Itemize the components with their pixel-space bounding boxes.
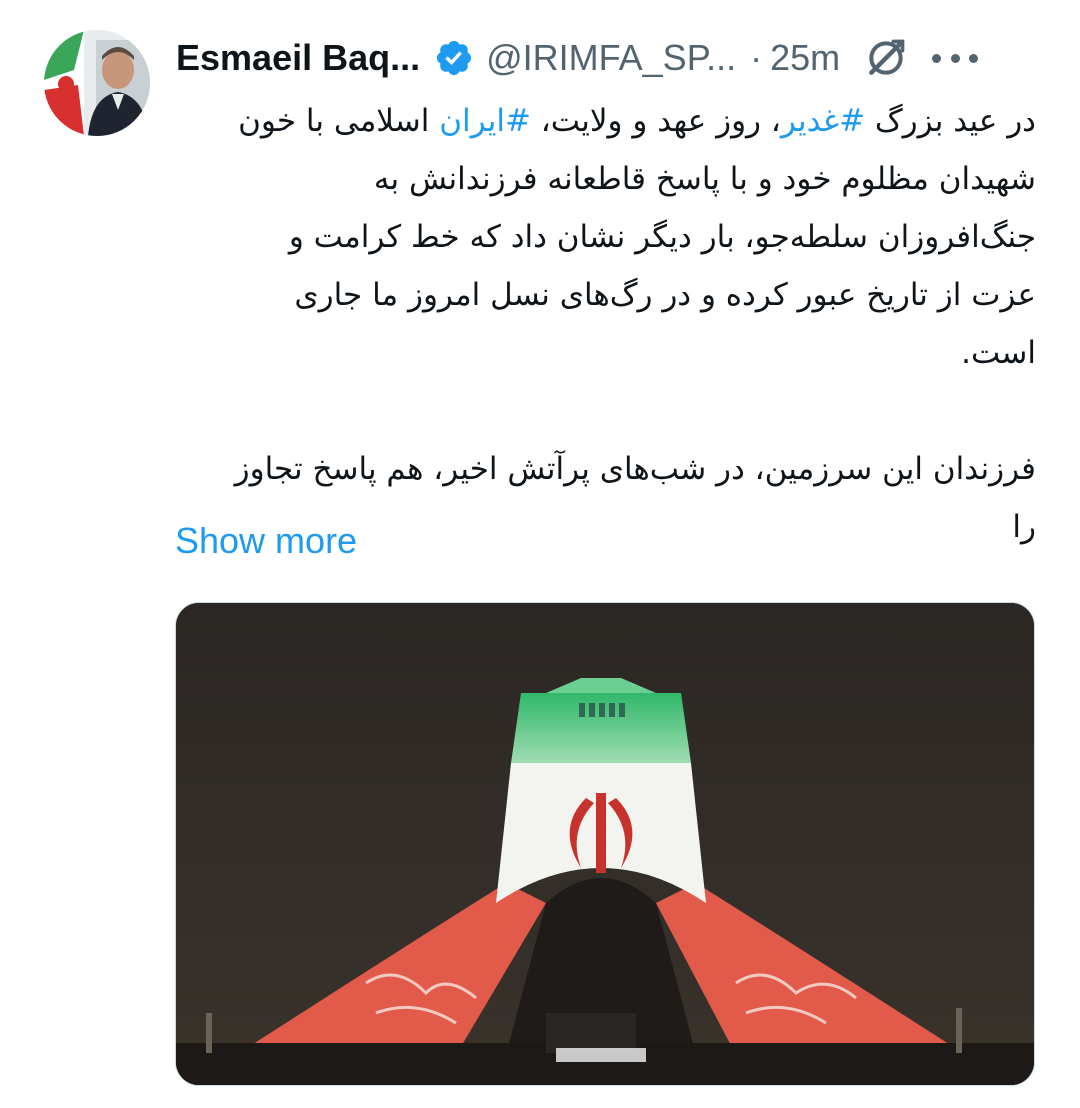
show-more-link[interactable]: Show more — [175, 520, 357, 562]
separator-dot: · — [750, 37, 763, 78]
hashtag-link[interactable]: #ایران — [439, 103, 531, 139]
more-options-icon[interactable] — [932, 48, 979, 68]
tweet-line: جنگ‌افروزان سلطه‌جو، بار دیگر نشان داد ک… — [288, 219, 1036, 255]
tweet-line: عزت از تاریخ عبور کرده و در رگ‌های نسل ا… — [294, 277, 1036, 313]
tweet-media-image[interactable] — [175, 602, 1035, 1086]
tweet-line: فرزندان این سرزمین، در شب‌های پرآتش اخیر… — [234, 451, 1036, 487]
avatar[interactable] — [44, 30, 150, 136]
author-name[interactable]: Esmaeil Baq... — [176, 37, 420, 79]
verified-badge-icon — [437, 40, 472, 76]
timestamp[interactable]: 25m — [770, 37, 840, 79]
author-handle[interactable]: @IRIMFA_SP... — [486, 37, 736, 79]
grok-icon[interactable] — [864, 36, 908, 80]
tweet-text: در عید بزرگ #غدیر، روز عهد و ولایت، #ایر… — [176, 92, 1036, 556]
tweet-line: شهیدان مظلوم خود و با پاسخ قاطعانه فرزند… — [373, 161, 1036, 197]
hashtag-link[interactable]: #غدیر — [781, 103, 865, 139]
tweet-line: در عید بزرگ #غدیر، روز عهد و ولایت، #ایر… — [238, 103, 1036, 139]
tweet-header: Esmaeil Baq... @IRIMFA_SP... · 25m — [176, 32, 1052, 84]
tweet-line: است. — [961, 335, 1036, 371]
